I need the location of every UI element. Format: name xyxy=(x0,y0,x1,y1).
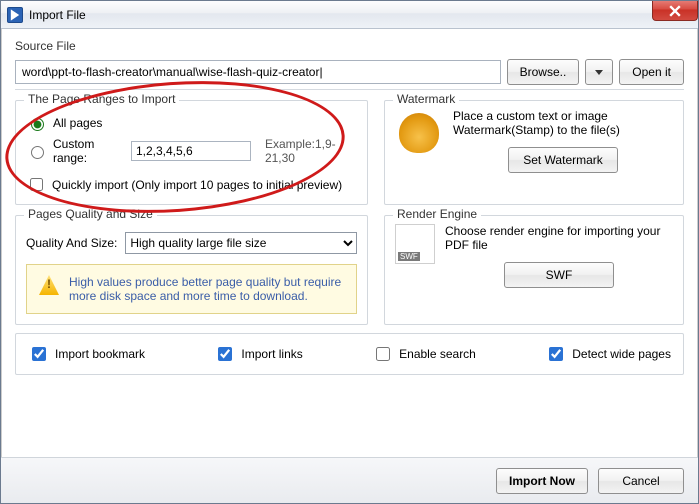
dialog-content: Source File Browse.. Open it The Page Ra… xyxy=(1,29,698,457)
render-engine-panel: Render Engine SWF Choose render engine f… xyxy=(384,215,684,325)
browse-button[interactable]: Browse.. xyxy=(507,59,580,85)
detect-wide-option[interactable]: Detect wide pages xyxy=(545,344,671,364)
watermark-icon xyxy=(395,109,443,157)
custom-range-radio[interactable] xyxy=(31,146,44,159)
set-watermark-button[interactable]: Set Watermark xyxy=(508,147,618,173)
app-icon xyxy=(7,7,23,23)
quality-label: Quality And Size: xyxy=(26,236,117,250)
detect-wide-checkbox[interactable] xyxy=(549,347,563,361)
quality-title: Pages Quality and Size xyxy=(24,207,157,221)
warning-icon xyxy=(39,275,59,295)
render-engine-title: Render Engine xyxy=(393,207,481,221)
quick-import-checkbox[interactable] xyxy=(30,178,43,191)
import-file-dialog: Import File Source File Browse.. Open it… xyxy=(0,0,699,504)
all-pages-radio[interactable] xyxy=(31,118,44,131)
window-title: Import File xyxy=(29,8,86,22)
watermark-title: Watermark xyxy=(393,92,459,106)
quick-import-label: Quickly import (Only import 10 pages to … xyxy=(52,178,342,192)
chevron-down-icon xyxy=(595,70,603,75)
divider xyxy=(15,89,684,90)
render-desc: Choose render engine for importing your … xyxy=(445,224,673,252)
import-bookmark-option[interactable]: Import bookmark xyxy=(28,344,145,364)
custom-range-input[interactable] xyxy=(131,141,251,161)
source-path-input[interactable] xyxy=(15,60,501,84)
close-icon xyxy=(669,5,681,17)
dialog-footer: Import Now Cancel xyxy=(1,457,698,503)
quality-select[interactable]: High quality large file size xyxy=(125,232,357,254)
titlebar: Import File xyxy=(1,1,698,29)
quality-panel: Pages Quality and Size Quality And Size:… xyxy=(15,215,368,325)
swf-file-icon: SWF xyxy=(395,224,435,264)
mid-grid: The Page Ranges to Import All pages Cust… xyxy=(15,100,684,325)
watermark-desc: Place a custom text or image Watermark(S… xyxy=(453,109,673,137)
enable-search-option[interactable]: Enable search xyxy=(372,344,476,364)
open-it-button[interactable]: Open it xyxy=(619,59,684,85)
footprint-icon xyxy=(399,113,439,153)
bottom-options: Import bookmark Import links Enable sear… xyxy=(15,333,684,375)
import-links-option[interactable]: Import links xyxy=(214,344,302,364)
browse-dropdown-button[interactable] xyxy=(585,59,613,85)
import-bookmark-checkbox[interactable] xyxy=(32,347,46,361)
close-button[interactable] xyxy=(652,1,698,21)
all-pages-label: All pages xyxy=(53,116,102,130)
quality-info: High values produce better page quality … xyxy=(26,264,357,314)
import-links-checkbox[interactable] xyxy=(218,347,232,361)
watermark-panel: Watermark Place a custom text or image W… xyxy=(384,100,684,205)
cancel-button[interactable]: Cancel xyxy=(598,468,684,494)
custom-range-label: Custom range: xyxy=(53,137,125,165)
quality-info-text: High values produce better page quality … xyxy=(69,275,344,303)
source-file-section: Source File Browse.. Open it xyxy=(15,39,684,85)
custom-range-example: Example:1,9-21,30 xyxy=(265,137,357,165)
page-ranges-title: The Page Ranges to Import xyxy=(24,92,179,106)
page-ranges-panel: The Page Ranges to Import All pages Cust… xyxy=(15,100,368,205)
import-now-button[interactable]: Import Now xyxy=(496,468,588,494)
source-file-label: Source File xyxy=(15,39,684,53)
enable-search-checkbox[interactable] xyxy=(376,347,390,361)
render-engine-button[interactable]: SWF xyxy=(504,262,614,288)
